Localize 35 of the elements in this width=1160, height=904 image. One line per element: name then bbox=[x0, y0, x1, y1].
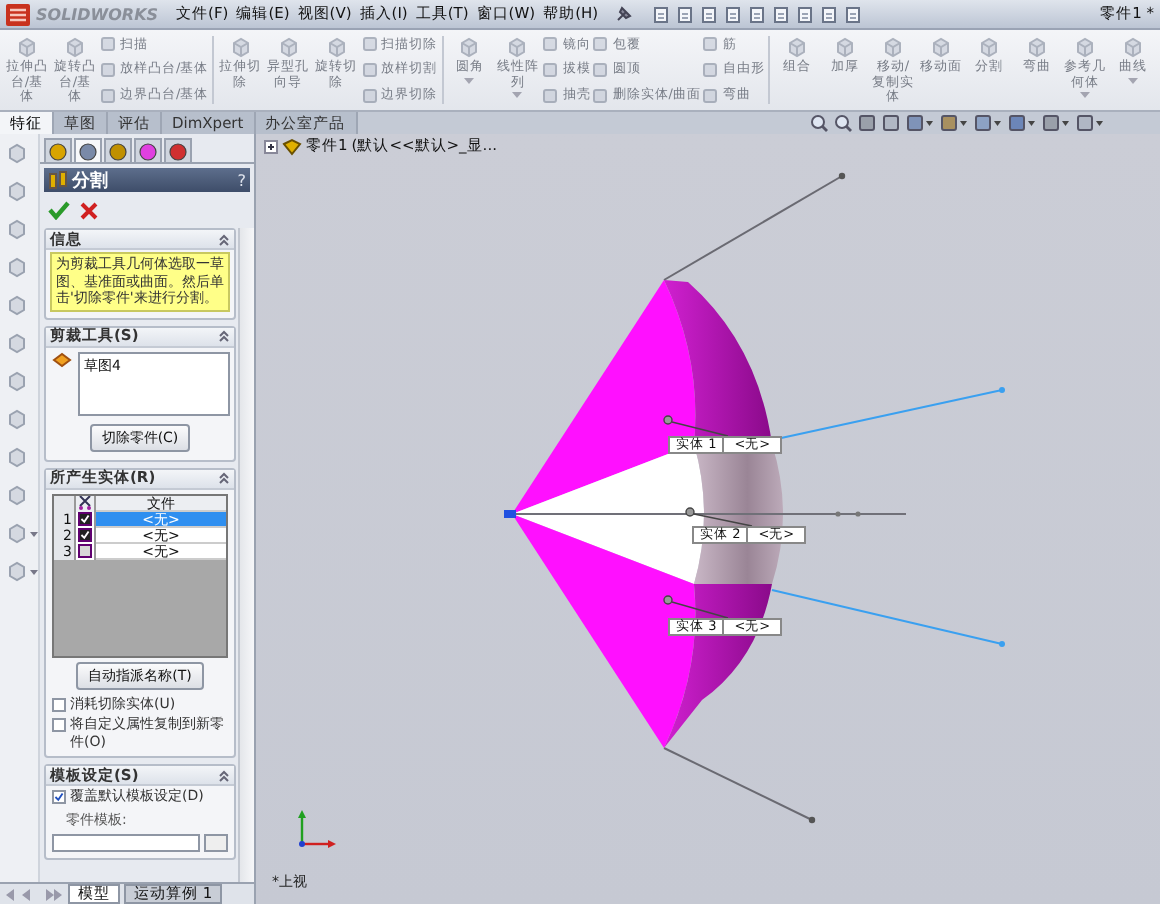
panel-tab[interactable] bbox=[44, 138, 72, 162]
browse-button[interactable] bbox=[204, 833, 228, 851]
axis-triad-icon bbox=[298, 810, 336, 848]
checkbox[interactable] bbox=[52, 718, 66, 732]
checkbox[interactable] bbox=[78, 512, 92, 526]
pin-icon[interactable] bbox=[614, 5, 633, 23]
logo-icon bbox=[6, 3, 30, 25]
sketch-icon bbox=[52, 351, 72, 367]
panel-tab[interactable] bbox=[134, 138, 162, 162]
panel-tab[interactable] bbox=[74, 138, 102, 162]
collapse-icon[interactable] bbox=[218, 233, 230, 245]
page-icon[interactable] bbox=[652, 5, 673, 23]
checkbox[interactable] bbox=[52, 697, 66, 711]
checkbox[interactable] bbox=[78, 528, 92, 542]
expand-icon[interactable] bbox=[264, 139, 278, 153]
checkbox[interactable] bbox=[52, 790, 66, 804]
scissors-icon bbox=[78, 496, 92, 510]
panel-tab[interactable] bbox=[164, 138, 192, 162]
collapse-icon[interactable] bbox=[218, 330, 230, 342]
help-button[interactable]: ? bbox=[237, 171, 246, 189]
magnifier-icon[interactable] bbox=[810, 114, 828, 132]
checkmark-icon[interactable] bbox=[48, 200, 70, 220]
input-field[interactable] bbox=[52, 833, 200, 851]
checkbox[interactable] bbox=[78, 544, 92, 558]
panel-tab[interactable] bbox=[104, 138, 132, 162]
split-feature-icon bbox=[48, 170, 68, 190]
close-icon[interactable] bbox=[80, 201, 98, 219]
scrollbar[interactable] bbox=[238, 228, 254, 882]
panel-title: 分割 bbox=[72, 168, 108, 193]
collapse-icon[interactable] bbox=[218, 769, 230, 781]
part-icon bbox=[282, 137, 302, 155]
collapse-icon[interactable] bbox=[218, 472, 230, 484]
list-icon[interactable] bbox=[844, 5, 865, 23]
magnifier-icon[interactable] bbox=[834, 114, 852, 132]
app-logo: SOLIDWORKS bbox=[36, 5, 159, 23]
